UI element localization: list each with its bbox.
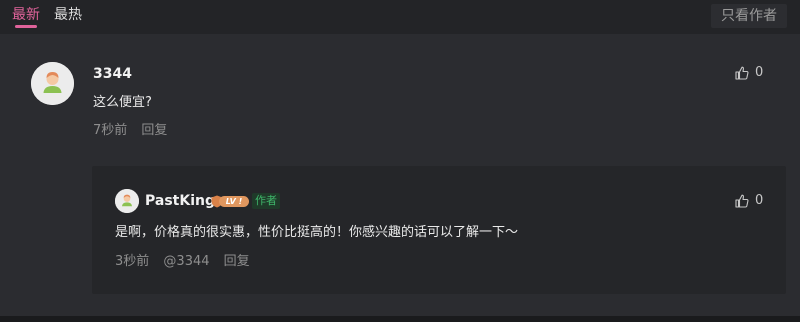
comment-time: 7秒前	[93, 123, 128, 138]
author-tag: 作者	[252, 193, 280, 209]
default-avatar-icon	[115, 189, 139, 213]
level-badge: LV !	[211, 195, 249, 208]
tab-latest[interactable]: 最新	[12, 6, 40, 24]
thumbs-up-icon	[735, 66, 749, 80]
reply-text: 是啊，价格真的很实惠，性价比挺高的！你感兴趣的话可以了解一下～	[115, 225, 519, 240]
thumbs-up-icon	[735, 194, 749, 208]
author-only-button[interactable]: 只看作者	[711, 4, 787, 28]
avatar[interactable]	[115, 189, 139, 213]
comment-text: 这么便宜?	[93, 95, 152, 110]
default-avatar-icon	[31, 62, 74, 105]
comment-username[interactable]: 3344	[93, 65, 132, 83]
mention[interactable]: @3344	[163, 254, 209, 269]
reply-time: 3秒前	[115, 254, 150, 269]
tabs-bar: 最新 最热 只看作者	[0, 0, 800, 34]
like-button[interactable]: 0	[735, 65, 763, 80]
reply-link[interactable]: 回复	[224, 254, 250, 269]
reply-link[interactable]: 回复	[141, 123, 167, 138]
bottom-divider	[0, 316, 800, 322]
level-label: LV !	[219, 196, 249, 207]
reply-meta: 3秒前 @3344 回复	[115, 254, 260, 270]
reply-username[interactable]: PastKing	[145, 192, 215, 210]
avatar[interactable]	[31, 62, 74, 105]
active-tab-indicator	[15, 25, 37, 28]
like-count: 0	[755, 65, 764, 80]
like-button[interactable]: 0	[735, 193, 763, 208]
tab-hot[interactable]: 最热	[54, 6, 82, 24]
comment-meta: 7秒前 回复	[93, 123, 177, 139]
like-count: 0	[755, 193, 764, 208]
